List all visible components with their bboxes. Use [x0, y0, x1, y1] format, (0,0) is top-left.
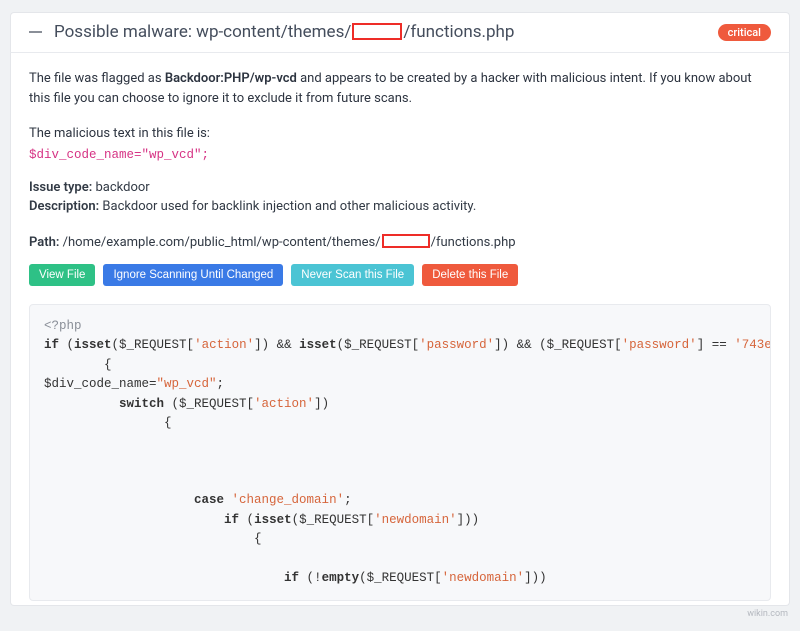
malicious-text-code: $div_code_name="wp_vcd";	[29, 148, 771, 162]
code-l7b	[224, 493, 232, 507]
code-l5c: 'action'	[254, 397, 314, 411]
code-l5a: switch	[44, 397, 164, 411]
code-l8b: (	[239, 513, 254, 527]
description-label: Description:	[29, 199, 99, 214]
code-l10f: ]))	[524, 571, 547, 585]
code-l6: {	[44, 416, 172, 430]
redacted-theme-name	[352, 23, 402, 40]
code-l2d: ($_REQUEST[	[112, 338, 195, 352]
code-l10b: (!	[299, 571, 322, 585]
title-prefix: Possible malware: wp-content/themes/	[54, 22, 351, 42]
code-l4c: ;	[217, 377, 225, 391]
code-l5b: ($_REQUEST[	[164, 397, 254, 411]
path-suffix: /functions.php	[431, 235, 516, 250]
code-l7c: 'change_domain'	[232, 493, 345, 507]
code-l1: <?php	[44, 319, 82, 333]
code-l8e: 'newdomain'	[374, 513, 457, 527]
code-l2h: ($_REQUEST[	[337, 338, 420, 352]
issue-description: The file was flagged as Backdoor:PHP/wp-…	[29, 69, 771, 108]
code-l8d: ($_REQUEST[	[292, 513, 375, 527]
code-l5d: ])	[314, 397, 329, 411]
path-line: Path: /home/example.com/public_html/wp-c…	[29, 233, 771, 253]
code-l10e: 'newdomain'	[442, 571, 525, 585]
code-l2m: '743eaa3d530c9fd2a559f85aca2ad5c5'	[734, 338, 771, 352]
path-prefix: /home/example.com/public_html/wp-content…	[59, 235, 380, 250]
title-suffix: /functions.php	[403, 22, 514, 42]
action-buttons: View File Ignore Scanning Until Changed …	[29, 264, 771, 286]
issue-type-value: backdoor	[92, 180, 149, 195]
code-l8f: ]))	[457, 513, 480, 527]
code-l8a: if	[44, 513, 239, 527]
code-l7d: ;	[344, 493, 352, 507]
code-l4b: "wp_vcd"	[157, 377, 217, 391]
delete-file-button[interactable]: Delete this File	[422, 264, 518, 286]
code-l2b: (	[59, 338, 74, 352]
redacted-theme-path	[382, 234, 430, 248]
code-l2l: ] ==	[697, 338, 735, 352]
code-l2k: 'password'	[622, 338, 697, 352]
description-value: Backdoor used for backlink injection and…	[99, 199, 476, 214]
code-preview: <?php if (isset($_REQUEST['action']) && …	[29, 304, 771, 601]
code-l2e: 'action'	[194, 338, 254, 352]
code-l10c: empty	[322, 571, 360, 585]
collapse-icon[interactable]	[29, 31, 42, 33]
never-scan-button[interactable]: Never Scan this File	[291, 264, 414, 286]
issue-body: The file was flagged as Backdoor:PHP/wp-…	[10, 53, 790, 606]
code-l3: {	[44, 358, 112, 372]
ignore-scanning-button[interactable]: Ignore Scanning Until Changed	[103, 264, 283, 286]
code-l2j: ]) && ($_REQUEST[	[494, 338, 622, 352]
desc-a: The file was flagged as	[29, 71, 165, 86]
issue-title: Possible malware: wp-content/themes/ /fun…	[54, 22, 514, 42]
code-l2g: isset	[299, 338, 337, 352]
watermark: wikin.com	[10, 606, 790, 619]
issue-header: Possible malware: wp-content/themes/ /fun…	[10, 12, 790, 53]
code-l4a: $div_code_name=	[44, 377, 157, 391]
malicious-text-label: The malicious text in this file is:	[29, 124, 771, 144]
issue-type-label: Issue type:	[29, 180, 92, 195]
code-l10d: ($_REQUEST[	[359, 571, 442, 585]
code-l2a: if	[44, 338, 59, 352]
severity-badge: critical	[718, 24, 771, 41]
code-l2f: ]) &&	[254, 338, 299, 352]
code-l8c: isset	[254, 513, 292, 527]
path-label: Path:	[29, 235, 59, 250]
code-l10a: if	[44, 571, 299, 585]
code-l2i: 'password'	[419, 338, 494, 352]
code-l7a: case	[44, 493, 224, 507]
code-l9: {	[44, 532, 262, 546]
view-file-button[interactable]: View File	[29, 264, 95, 286]
threat-name: Backdoor:PHP/wp-vcd	[165, 71, 297, 86]
issue-meta: Issue type: backdoor Description: Backdo…	[29, 178, 771, 217]
code-l2c: isset	[74, 338, 112, 352]
